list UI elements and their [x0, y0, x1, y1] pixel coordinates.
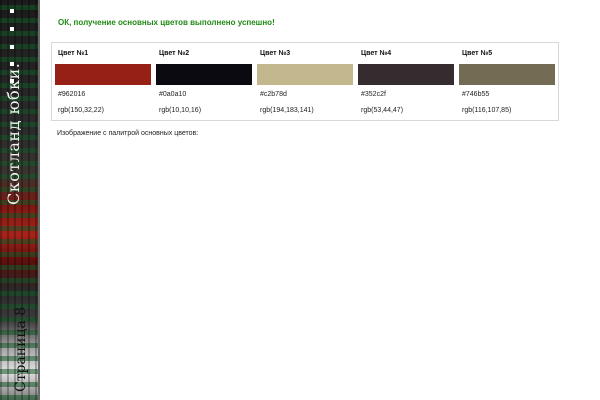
spine-dot: [10, 45, 14, 49]
color-swatch-box: [459, 64, 555, 85]
color-palette-panel: Цвет №1 #962016 rgb(150,32,22) Цвет №2 #…: [51, 42, 559, 121]
color-rgb-value: rgb(53,44,47): [361, 107, 404, 114]
page: Скотланд юбки. Страница 8 ОК, получение …: [0, 0, 600, 400]
color-swatch-box: [257, 64, 353, 85]
color-rgb-value: rgb(116,107,85): [462, 107, 512, 114]
color-swatch-box: [358, 64, 454, 85]
color-swatch-label: Цвет №2: [159, 50, 190, 57]
color-swatch-label: Цвет №4: [361, 50, 392, 57]
color-hex-value: #746b55: [462, 91, 490, 98]
success-message: ОК, получение основных цветов выполнено …: [58, 18, 275, 27]
color-swatch-box: [55, 64, 151, 85]
book-spine-banner: Скотланд юбки. Страница 8: [0, 0, 38, 400]
color-swatch-label: Цвет №5: [462, 50, 493, 57]
spine-divider: [38, 0, 40, 400]
color-rgb-value: rgb(10,10,16): [159, 107, 202, 114]
spine-page-label: Страница 8: [13, 306, 29, 392]
spine-dot: [10, 9, 14, 13]
spine-dot: [10, 27, 14, 31]
palette-image-caption: Изображение с палитрой основных цветов:: [57, 130, 199, 137]
color-rgb-value: rgb(194,183,141): [260, 107, 314, 114]
color-hex-value: #c2b78d: [260, 91, 287, 98]
color-swatch-label: Цвет №1: [58, 50, 89, 57]
color-hex-value: #352c2f: [361, 91, 386, 98]
color-swatch-label: Цвет №3: [260, 50, 291, 57]
spine-title: Скотланд юбки.: [4, 62, 23, 205]
color-rgb-value: rgb(150,32,22): [58, 107, 104, 114]
color-swatch-box: [156, 64, 252, 85]
color-hex-value: #0a0a10: [159, 91, 187, 98]
color-hex-value: #962016: [58, 91, 86, 98]
